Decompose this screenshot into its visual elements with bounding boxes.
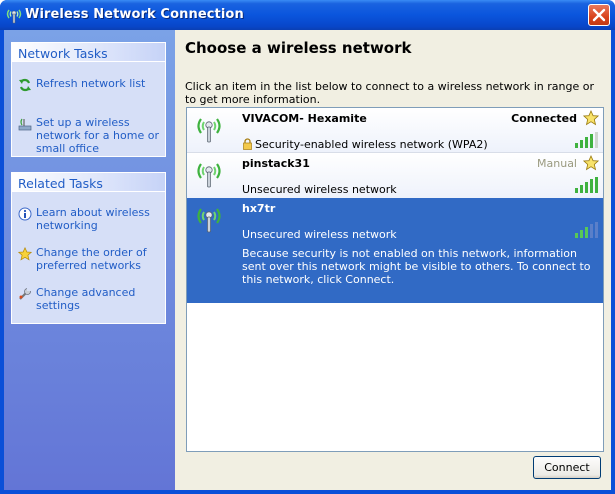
connect-button[interactable]: Connect <box>533 456 601 479</box>
network-tasks-panel: Network Tasks Refresh network list Set u… <box>11 42 166 157</box>
network-name: pinstack31 <box>242 157 310 170</box>
signal-strength-icon <box>574 177 598 193</box>
refresh-network-list-label: Refresh network list <box>36 77 146 90</box>
close-icon <box>592 8 606 22</box>
network-list[interactable]: VIVACOM- Hexamite Connected Security-ena… <box>186 107 604 452</box>
wireless-antenna-icon <box>195 113 223 143</box>
learn-wireless-label: Learn about wireless networking <box>36 206 150 232</box>
network-item-hx7tr[interactable]: hx7tr Unsecured wireless network Because… <box>187 198 603 303</box>
wireless-antenna-icon <box>195 158 223 188</box>
lock-icon <box>242 138 253 150</box>
wireless-network-window: Wireless Network Connection Network Task… <box>0 0 615 494</box>
setup-wizard-icon <box>18 117 32 131</box>
security-warning-text: Because security is not enabled on this … <box>242 247 591 286</box>
preferred-star-icon <box>582 155 600 171</box>
network-security-description: Unsecured wireless network <box>242 183 397 196</box>
network-security-description: Security-enabled wireless network (WPA2) <box>255 138 488 151</box>
network-item-pinstack31[interactable]: pinstack31 Manual Unsecured wireless net… <box>187 153 603 198</box>
settings-icon <box>18 287 32 301</box>
refresh-icon <box>18 78 32 92</box>
task-sidebar: Network Tasks Refresh network list Set u… <box>4 30 175 490</box>
page-title: Choose a wireless network <box>185 39 412 57</box>
related-tasks-header: Related Tasks <box>11 172 166 192</box>
close-button[interactable] <box>588 4 610 26</box>
window-title: Wireless Network Connection <box>25 7 244 22</box>
window-client: Network Tasks Refresh network list Set u… <box>4 30 611 490</box>
network-tasks-body: Refresh network list Set up a wireless n… <box>11 62 166 157</box>
info-icon <box>18 207 32 221</box>
network-name: hx7tr <box>242 202 276 215</box>
star-icon <box>17 246 33 261</box>
related-tasks-panel: Related Tasks Learn about wireless netwo… <box>11 172 166 324</box>
network-name: VIVACOM- Hexamite <box>242 112 367 125</box>
network-security-description: Unsecured wireless network <box>242 228 397 241</box>
signal-strength-icon <box>574 222 598 238</box>
connection-status: Manual <box>537 157 577 170</box>
wireless-antenna-icon <box>195 203 223 233</box>
change-order-label: Change the order of preferred networks <box>36 246 147 272</box>
setup-wireless-network-label: Set up a wireless network for a home or … <box>36 116 159 155</box>
related-tasks-body: Learn about wireless networking Change t… <box>11 192 166 324</box>
main-content: Choose a wireless network Click an item … <box>175 30 611 490</box>
wireless-antenna-icon <box>6 6 22 24</box>
preferred-star-icon <box>582 110 600 126</box>
change-advanced-settings-label: Change advanced settings <box>36 286 136 312</box>
signal-strength-icon <box>574 132 598 148</box>
title-bar[interactable]: Wireless Network Connection <box>0 0 615 30</box>
connection-status: Connected <box>511 112 577 125</box>
network-tasks-header: Network Tasks <box>11 42 166 62</box>
network-item-vivacom[interactable]: VIVACOM- Hexamite Connected Security-ena… <box>187 108 603 152</box>
instructions-text: Click an item in the list below to conne… <box>185 80 594 106</box>
